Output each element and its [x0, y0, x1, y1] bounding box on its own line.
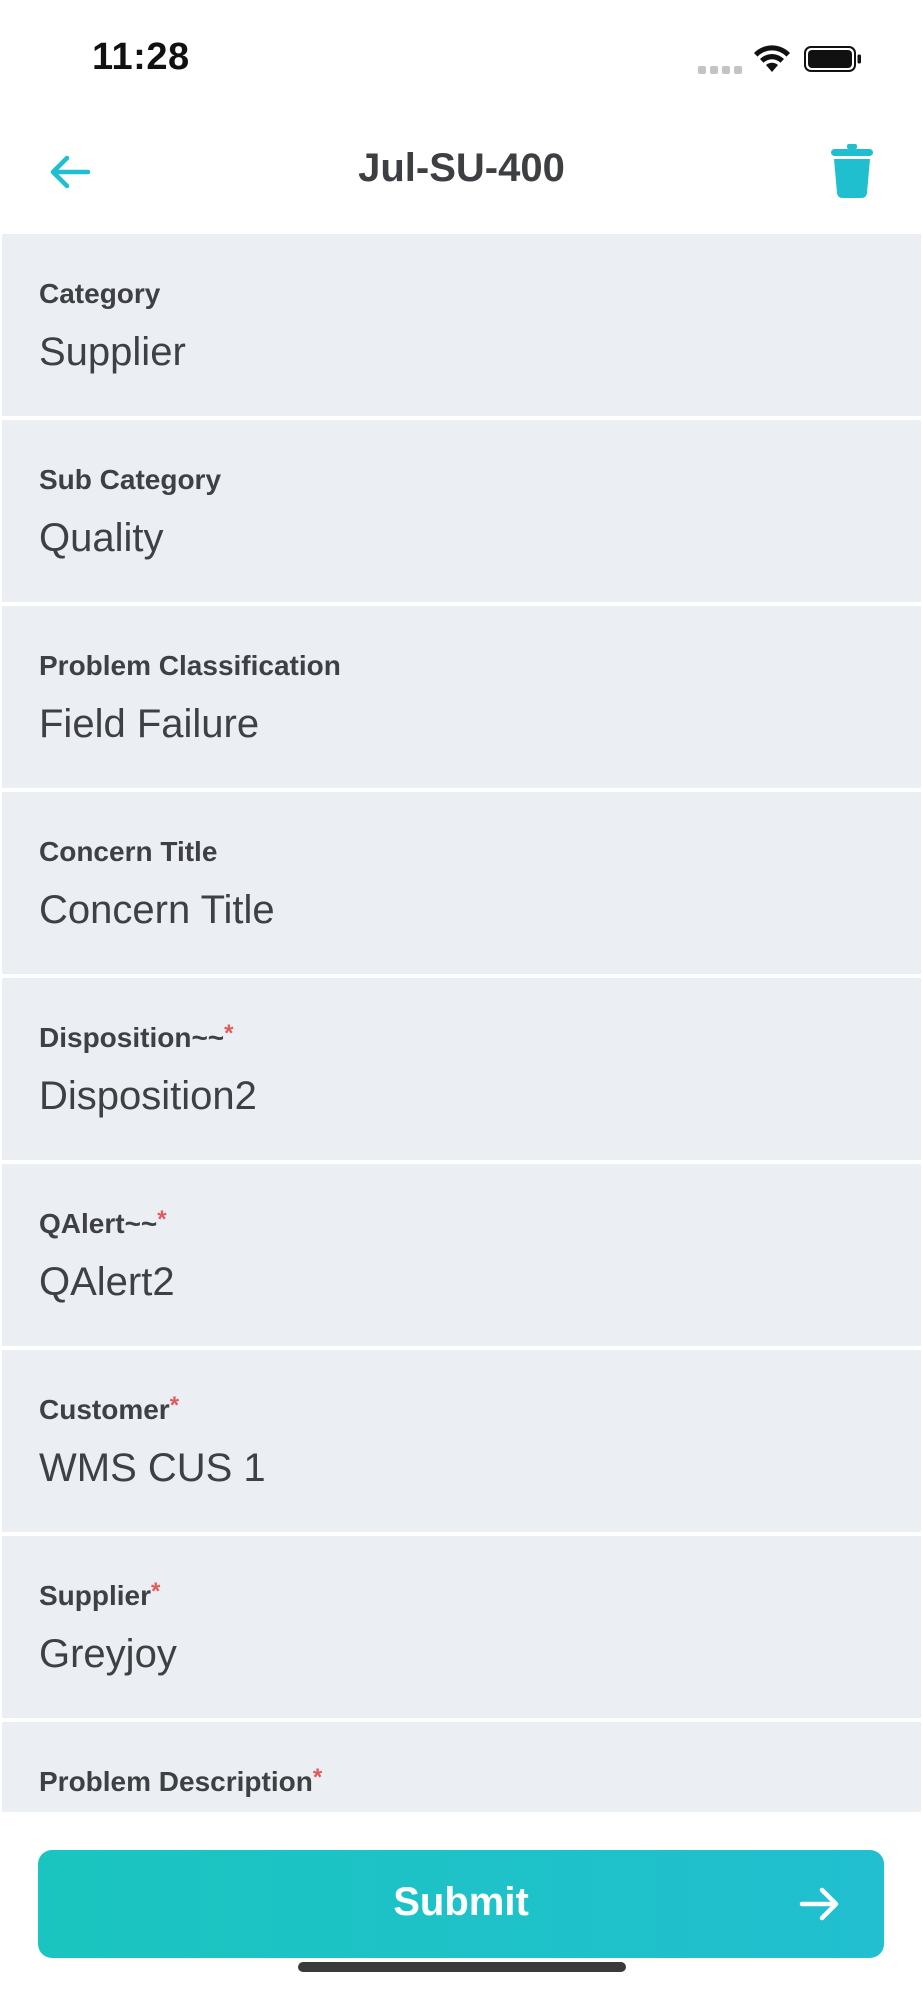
field-label: Disposition~~*: [39, 1020, 234, 1053]
field-value: Disposition2: [39, 1074, 257, 1118]
field-customer[interactable]: Customer* WMS CUS 1: [2, 1350, 921, 1532]
required-marker: *: [169, 1392, 180, 1419]
status-time: 11:28: [92, 36, 190, 78]
arrow-right-icon: [799, 1887, 839, 1921]
field-label: Sub Category: [39, 464, 222, 495]
required-marker: *: [151, 1578, 161, 1605]
required-marker: *: [157, 1206, 167, 1233]
field-label: Supplier*: [39, 1578, 161, 1611]
wifi-icon: [754, 45, 790, 72]
field-value: Supplier: [39, 330, 186, 374]
field-disposition[interactable]: Disposition~~* Disposition2: [2, 978, 921, 1160]
field-label: Problem Classification: [39, 650, 341, 681]
required-marker: *: [224, 1020, 234, 1047]
delete-button[interactable]: [824, 138, 880, 204]
field-qalert[interactable]: QAlert~~* QAlert2: [2, 1164, 921, 1346]
form-list: Category Supplier Sub Category Quality P…: [2, 234, 921, 1812]
field-concern-title[interactable]: Concern Title Concern Title: [2, 792, 921, 974]
field-value: Field Failure: [39, 702, 260, 746]
home-indicator: [298, 1962, 626, 1972]
status-bar: 11:28: [0, 0, 923, 112]
battery-icon: [804, 46, 861, 72]
field-label: Customer*: [39, 1392, 180, 1425]
trash-icon: [831, 144, 873, 198]
submit-label: Submit: [393, 1880, 529, 1924]
nav-header: Jul-SU-400: [0, 112, 923, 234]
field-value: Quality: [39, 516, 164, 560]
page-title: Jul-SU-400: [358, 146, 565, 190]
submit-button[interactable]: Submit: [38, 1850, 884, 1958]
field-problem-classification[interactable]: Problem Classification Field Failure: [2, 606, 921, 788]
signal-icon: [698, 64, 742, 74]
field-label: Concern Title: [39, 836, 218, 867]
field-sub-category[interactable]: Sub Category Quality: [2, 420, 921, 602]
field-problem-description[interactable]: Problem Description*: [2, 1722, 921, 1812]
field-category[interactable]: Category Supplier: [2, 234, 921, 416]
field-value: Concern Title: [39, 888, 275, 932]
field-value: WMS CUS 1: [39, 1446, 266, 1490]
required-marker: *: [312, 1764, 323, 1791]
field-supplier[interactable]: Supplier* Greyjoy: [2, 1536, 921, 1718]
field-value: QAlert2: [39, 1260, 175, 1304]
field-label: QAlert~~*: [39, 1206, 167, 1239]
field-label: Problem Description*: [39, 1764, 323, 1797]
field-value: Greyjoy: [39, 1632, 177, 1676]
field-label: Category: [39, 278, 161, 309]
